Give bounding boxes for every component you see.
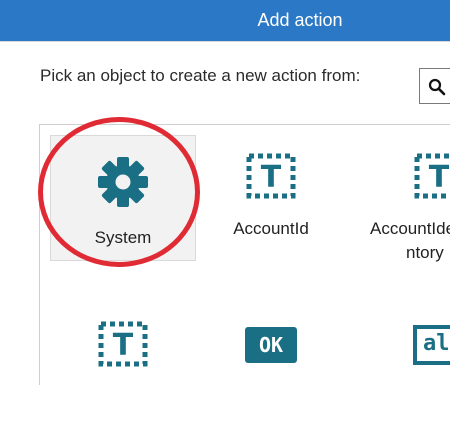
prompt-text: Pick an object to create a new action fr… [40, 66, 361, 85]
ok-button-icon: OK [245, 327, 297, 363]
object-label: AccountId [233, 219, 309, 238]
svg-text:T: T [429, 160, 450, 195]
object-tile-text[interactable]: T [50, 315, 196, 441]
svg-text:T: T [113, 328, 134, 363]
search-button[interactable] [419, 68, 450, 104]
text-field-icon: T [246, 153, 296, 199]
search-icon [428, 78, 446, 96]
object-tile-accountid[interactable]: T AccountId [198, 135, 344, 261]
object-label-line2: ntory [406, 243, 444, 262]
object-tile-label[interactable]: al [366, 315, 450, 441]
object-list-panel: System T AccountId T AccountIde ntory T … [39, 124, 450, 385]
object-tile-system[interactable]: System [50, 135, 196, 261]
text-field-icon: T [98, 321, 148, 367]
gear-icon [98, 157, 148, 207]
object-tile-ok-button[interactable]: OK [198, 315, 344, 441]
object-label: System [94, 228, 152, 247]
object-tile-accountidentory[interactable]: T AccountIde ntory [366, 135, 450, 262]
titlebar-divider [0, 41, 450, 42]
object-label: AccountIde [370, 219, 450, 238]
svg-text:T: T [261, 160, 282, 195]
text-field-icon: T [414, 153, 450, 199]
label-icon: al [413, 325, 450, 365]
dialog-title: Add action [257, 10, 343, 30]
